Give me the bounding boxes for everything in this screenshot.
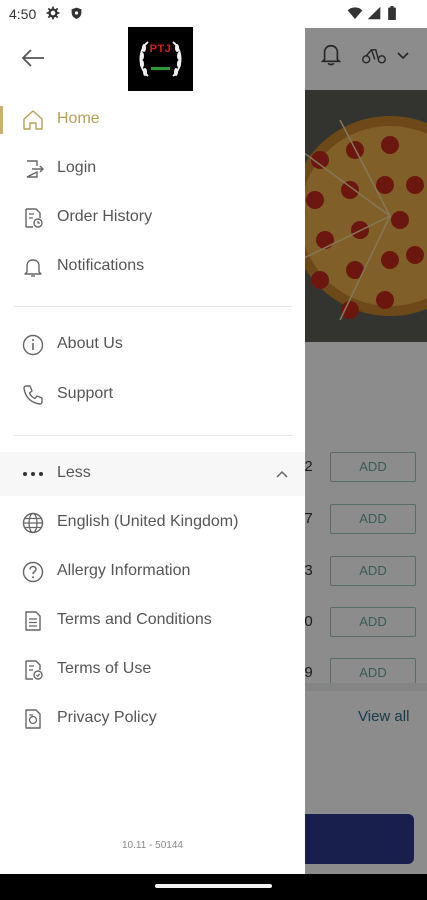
gear-icon — [46, 6, 60, 20]
menu-item-label: Login — [57, 159, 97, 176]
menu-item-label: Less — [57, 464, 91, 481]
divider — [14, 435, 292, 436]
signal-icon — [367, 6, 381, 20]
status-time: 4:50 — [9, 6, 37, 22]
globe-icon — [22, 512, 44, 534]
privacy-icon — [25, 709, 41, 729]
app-version: 10.11 - 50144 — [122, 840, 183, 851]
menu-item-label: Order History — [57, 208, 153, 225]
menu-item-label: Home — [57, 110, 100, 127]
home-icon — [23, 110, 43, 130]
login-icon — [26, 160, 44, 178]
back-arrow-icon[interactable] — [20, 48, 46, 68]
menu-item-label: Support — [57, 385, 114, 402]
menu-item-notifications[interactable]: Notifications — [0, 245, 305, 289]
menu-item-privacy-policy[interactable]: Privacy Policy — [0, 697, 305, 741]
shield-icon — [71, 7, 82, 19]
active-indicator — [0, 106, 3, 134]
menu-item-less[interactable]: Less — [0, 452, 305, 496]
chevron-up-icon — [276, 470, 288, 478]
info-icon — [22, 334, 44, 356]
divider — [14, 306, 292, 307]
menu-item-label: Allergy Information — [57, 562, 191, 579]
question-icon — [22, 561, 44, 583]
menu-item-support[interactable]: Support — [0, 373, 305, 417]
phone-icon — [23, 385, 43, 405]
navigation-drawer: PTJ Home Login Order History Notificatio — [0, 27, 305, 874]
menu-item-order-history[interactable]: Order History — [0, 196, 305, 240]
menu-item-allergy[interactable]: Allergy Information — [0, 550, 305, 594]
menu-item-terms-of-use[interactable]: Terms of Use — [0, 648, 305, 692]
document-icon — [25, 611, 41, 631]
menu-item-language[interactable]: English (United Kingdom) — [0, 501, 305, 545]
menu-item-about-us[interactable]: About Us — [0, 323, 305, 367]
menu-item-label: Privacy Policy — [57, 709, 157, 726]
status-bar: 4:50 — [0, 0, 427, 28]
menu-item-label: Terms and Conditions — [57, 611, 212, 628]
bell-icon — [24, 259, 42, 277]
menu-item-label: English (United Kingdom) — [57, 513, 239, 530]
menu-item-label: About Us — [57, 335, 123, 352]
wifi-icon — [347, 7, 363, 19]
receipt-icon — [25, 208, 43, 228]
home-gesture-handle[interactable] — [155, 884, 272, 888]
menu-item-login[interactable]: Login — [0, 147, 305, 191]
logo-text: PTJ — [149, 43, 172, 55]
menu-item-label: Notifications — [57, 257, 145, 274]
restaurant-logo: PTJ — [128, 27, 193, 91]
system-navigation-bar — [0, 874, 427, 900]
menu-item-terms-conditions[interactable]: Terms and Conditions — [0, 599, 305, 643]
laurel-wreath-icon — [139, 41, 182, 77]
battery-icon — [388, 6, 396, 20]
document-check-icon — [25, 660, 43, 680]
menu-item-home[interactable]: Home — [0, 98, 305, 142]
more-dots-icon — [23, 472, 43, 476]
menu-item-label: Terms of Use — [57, 660, 152, 677]
